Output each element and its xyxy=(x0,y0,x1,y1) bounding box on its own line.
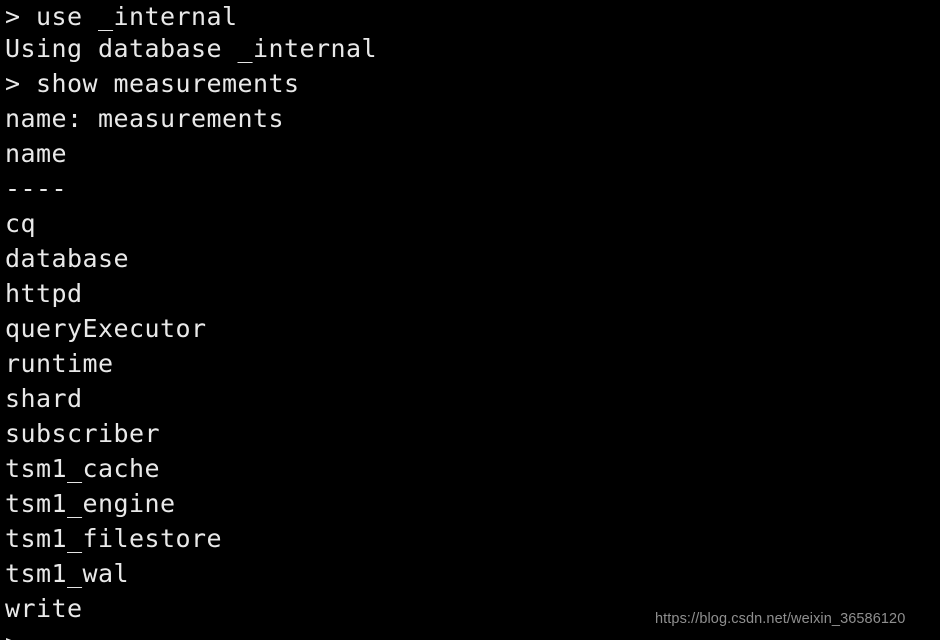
csdn-watermark: https://blog.csdn.net/weixin_36586120 xyxy=(655,611,906,627)
terminal-window: > use _internal Using database _internal… xyxy=(0,0,940,640)
terminal-line-measurement-cq: cq xyxy=(5,209,37,238)
terminal-line-out-using-database: Using database _internal xyxy=(5,34,378,63)
terminal-prompt-line[interactable]: > xyxy=(0,626,940,640)
terminal-line-out-name-measurements: name: measurements xyxy=(5,104,285,133)
terminal-output[interactable]: > use _internal Using database _internal… xyxy=(0,0,940,640)
terminal-line-out-column-header-name: name xyxy=(5,139,68,168)
terminal-line-measurement-tsm1-engine: tsm1_engine xyxy=(5,489,176,518)
terminal-line-measurement-tsm1-cache: tsm1_cache xyxy=(5,454,161,483)
terminal-line-measurement-database: database xyxy=(5,244,130,273)
terminal-line-measurement-queryexecutor: queryExecutor xyxy=(5,314,207,343)
terminal-line-measurement-tsm1-filestore: tsm1_filestore xyxy=(5,524,223,553)
terminal-line-measurement-shard: shard xyxy=(5,384,83,413)
terminal-line-cmd-show-measurements: > show measurements xyxy=(5,69,300,98)
terminal-line-cmd-use-internal: > use _internal xyxy=(5,2,238,31)
terminal-line-out-separator: ---- xyxy=(5,174,68,203)
terminal-line-measurement-httpd: httpd xyxy=(5,279,83,308)
terminal-line-measurement-subscriber: subscriber xyxy=(5,419,161,448)
terminal-line-measurement-runtime: runtime xyxy=(5,349,114,378)
prompt-symbol: > xyxy=(5,629,21,640)
terminal-line-measurement-tsm1-wal: tsm1_wal xyxy=(5,559,130,588)
